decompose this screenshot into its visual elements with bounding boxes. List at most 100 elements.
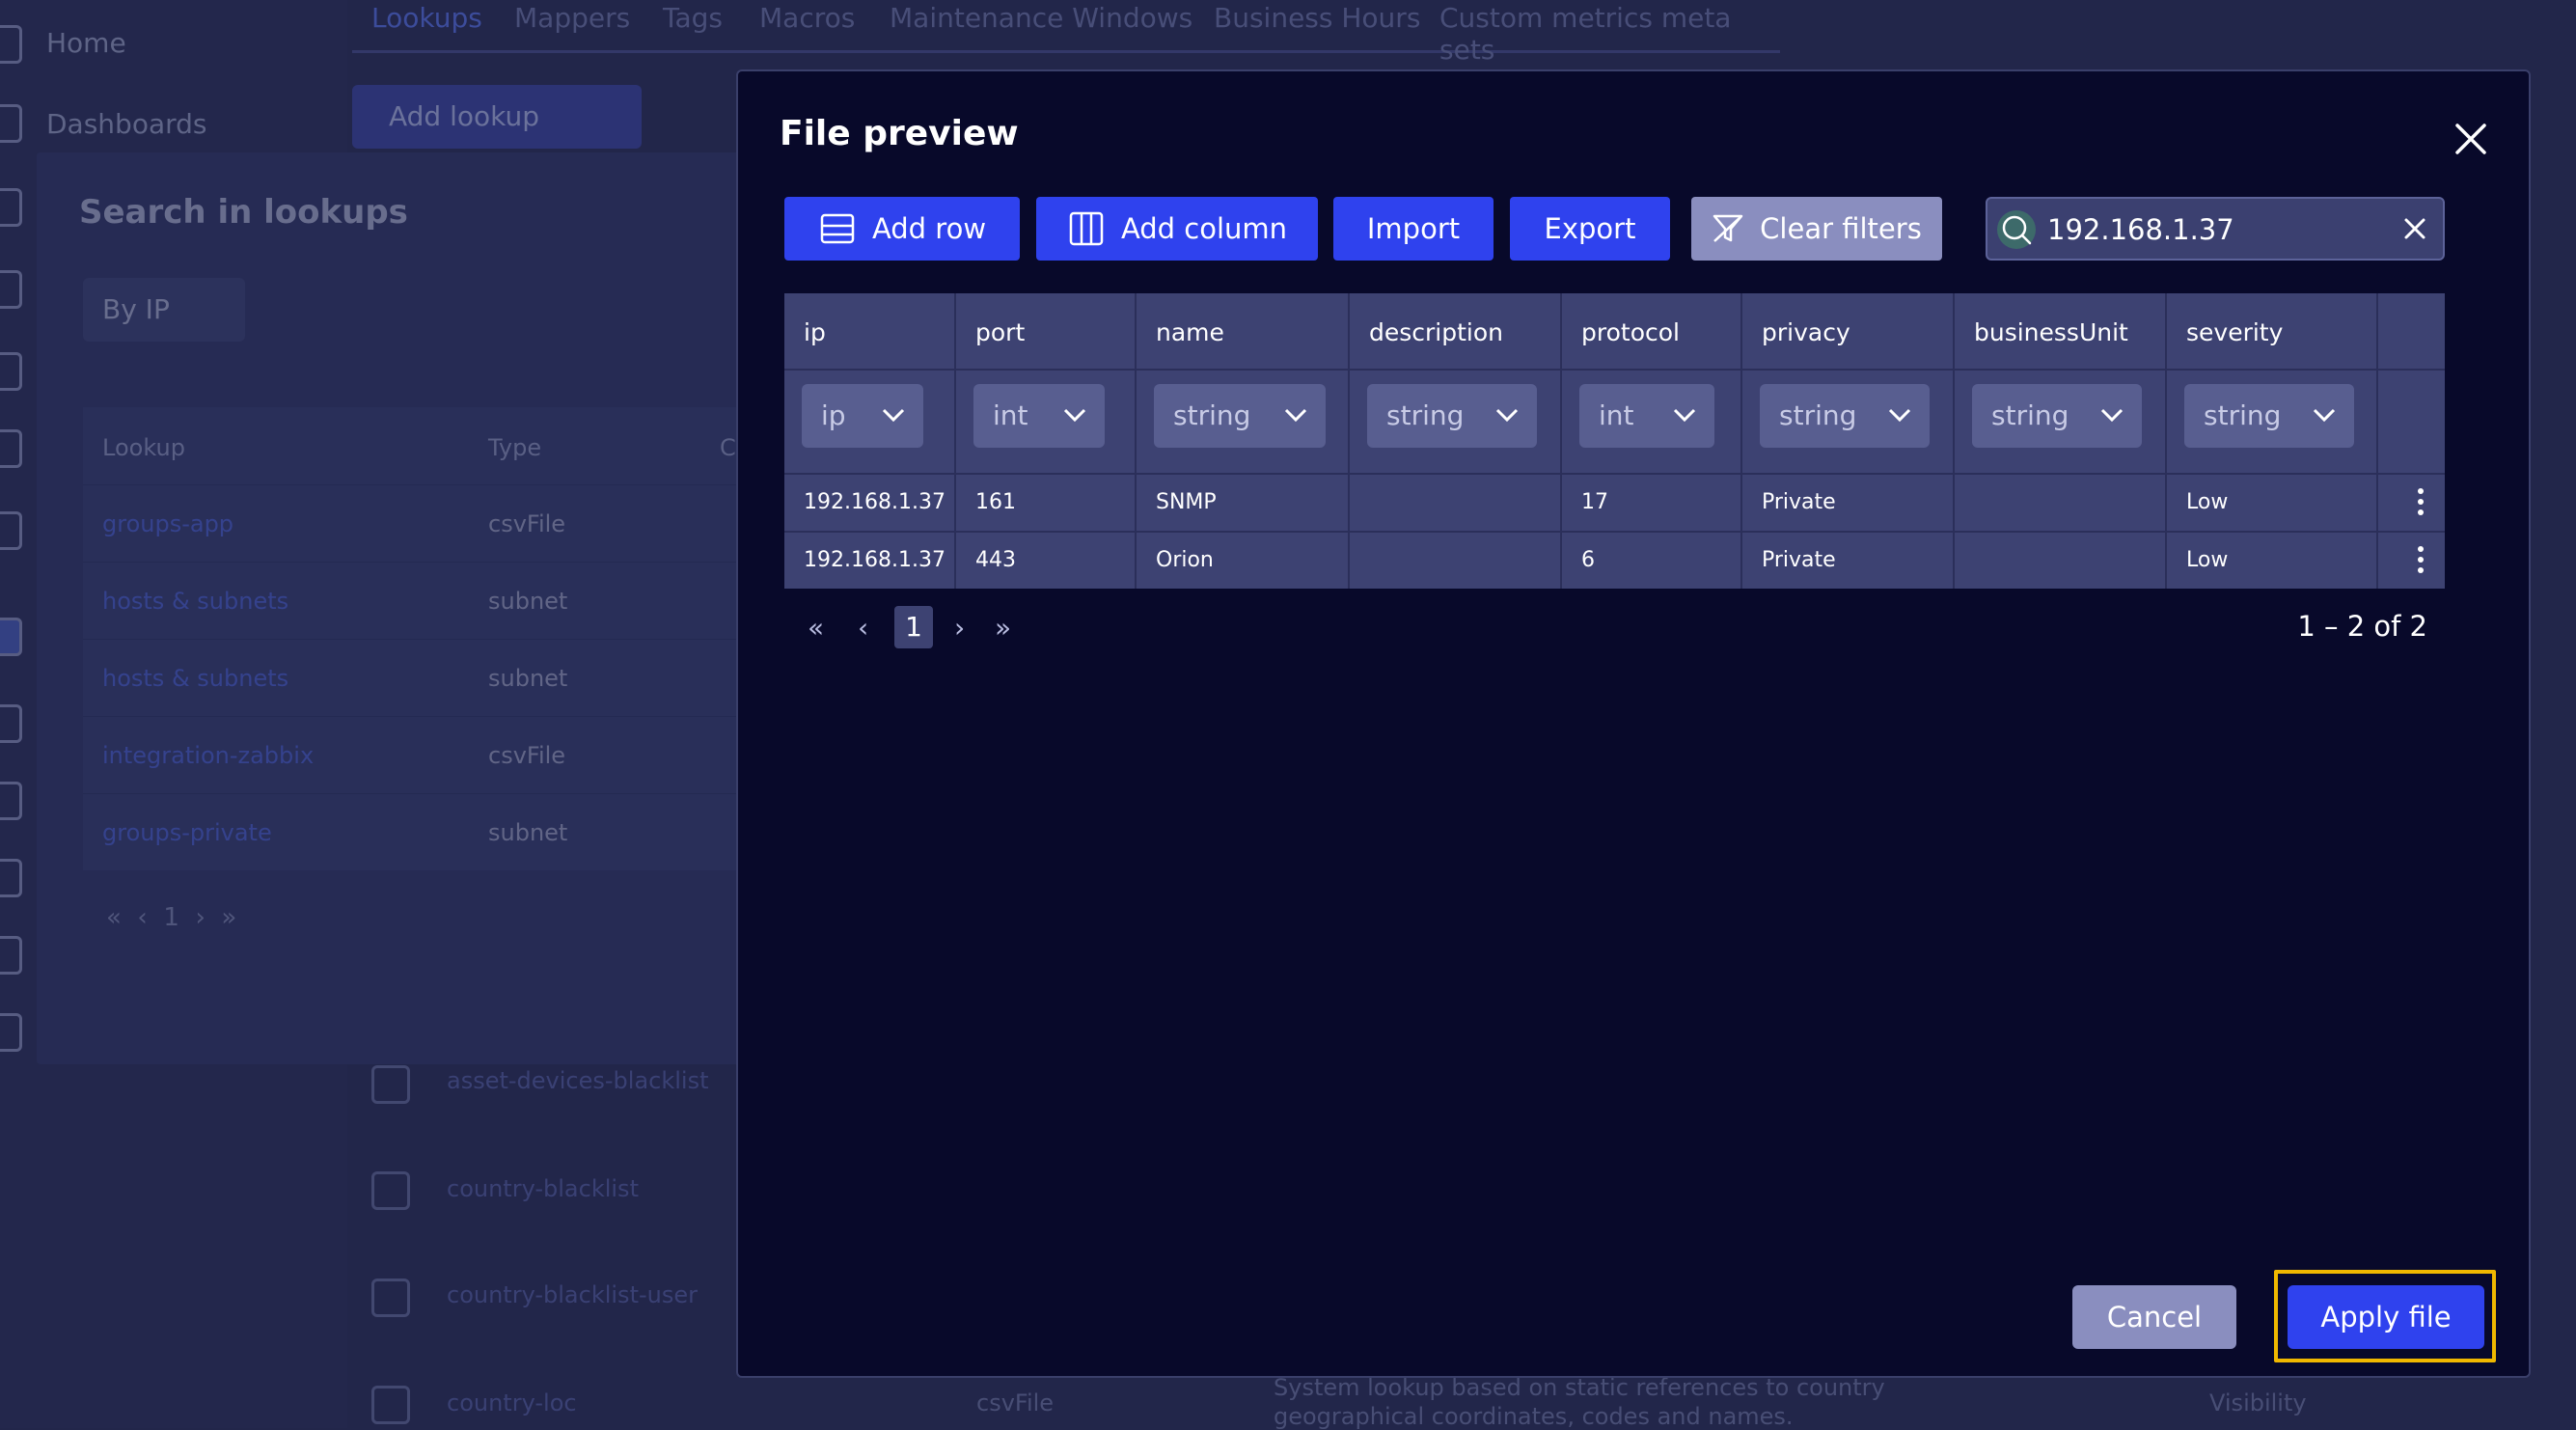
search-lookups-title: Search in lookups [79, 193, 408, 232]
cell-severity[interactable]: Low [2167, 475, 2378, 531]
search-input[interactable] [2045, 199, 2377, 261]
search-by-select[interactable]: By IP [83, 278, 245, 342]
nav-icon-7 [0, 511, 22, 550]
lookup-link[interactable]: hosts & subnets [102, 665, 288, 692]
chevron-down-icon [882, 408, 905, 423]
table-row[interactable]: hosts & subnets subnet [83, 562, 749, 640]
lookup-link[interactable]: country-loc [447, 1389, 577, 1416]
lookup-link[interactable]: integration-zabbix [102, 742, 314, 769]
tab-mappers[interactable]: Mappers [514, 2, 630, 34]
lookup-link[interactable]: country-blacklist-user [447, 1281, 698, 1308]
nav-icon-9 [0, 782, 22, 820]
add-column-button[interactable]: Add column [1036, 197, 1318, 261]
column-type-select[interactable]: string [1367, 384, 1537, 448]
column-type-select[interactable]: int [973, 384, 1105, 448]
column-type-select[interactable]: string [1154, 384, 1326, 448]
cell-ip[interactable]: 192.168.1.37 [784, 533, 956, 589]
cell-port[interactable]: 161 [956, 475, 1137, 531]
row-checkbox[interactable] [371, 1065, 410, 1104]
row-checkbox[interactable] [371, 1279, 410, 1317]
table-row[interactable]: hosts & subnets subnet [83, 639, 749, 717]
next-page-icon[interactable]: › [954, 612, 965, 644]
row-checkbox[interactable] [371, 1171, 410, 1210]
column-header-severity: severity string [2167, 293, 2378, 473]
tab-lookups[interactable]: Lookups [371, 2, 482, 34]
table-row[interactable]: integration-zabbix csvFile [83, 716, 749, 794]
lookup-results-table: Lookup Type C groups-app csvFile hosts & … [83, 407, 749, 870]
lookup-link[interactable]: country-blacklist [447, 1175, 639, 1202]
table-row[interactable]: groups-private subnet [83, 793, 749, 871]
search-field[interactable] [1986, 197, 2445, 261]
chevron-down-icon [2100, 408, 2124, 423]
column-name: businessUnit [1974, 318, 2128, 346]
cell-protocol[interactable]: 17 [1562, 475, 1742, 531]
column-type-select[interactable]: int [1579, 384, 1714, 448]
bottom-type: csvFile [976, 1389, 1055, 1416]
preview-grid: ip ip port int name string description s… [784, 293, 2445, 589]
cell-privacy[interactable]: Private [1742, 475, 1955, 531]
apply-file-label: Apply file [2320, 1301, 2452, 1334]
column-type-value: string [1386, 399, 1465, 431]
clear-search-button[interactable] [2398, 212, 2431, 245]
column-type-value: int [993, 399, 1028, 431]
add-row-button[interactable]: Add row [784, 197, 1020, 261]
column-type-select[interactable]: string [1972, 384, 2142, 448]
lookup-link[interactable]: hosts & subnets [102, 588, 288, 615]
last-page-icon[interactable]: » [995, 612, 1011, 644]
first-page-icon[interactable]: « [808, 612, 824, 644]
cell-privacy[interactable]: Private [1742, 533, 1955, 589]
modal-title: File preview [780, 114, 1019, 153]
import-label: Import [1366, 212, 1461, 245]
current-page[interactable]: 1 [894, 606, 933, 648]
lookup-link[interactable]: groups-app [102, 510, 233, 537]
table-row[interactable]: groups-app csvFile [83, 484, 749, 563]
column-name: name [1156, 318, 1224, 346]
lookup-link[interactable]: groups-private [102, 819, 272, 846]
tab-macros[interactable]: Macros [759, 2, 855, 34]
import-button[interactable]: Import [1333, 197, 1494, 261]
tab-tags[interactable]: Tags [663, 2, 723, 34]
tab-maintenance-windows[interactable]: Maintenance Windows [890, 2, 1192, 34]
add-column-icon [1069, 211, 1104, 246]
row-menu-icon[interactable] [2416, 546, 2425, 575]
apply-file-button[interactable]: Apply file [2288, 1285, 2484, 1349]
nav-item-dashboards[interactable]: Dashboards [46, 108, 207, 140]
tab-business-hours[interactable]: Business Hours [1214, 2, 1420, 34]
col-type: Type [488, 434, 542, 461]
cell-description[interactable] [1350, 533, 1562, 589]
cell-name[interactable]: SNMP [1137, 475, 1350, 531]
column-type-select[interactable]: ip [802, 384, 923, 448]
prev-page-icon[interactable]: ‹ [858, 612, 868, 644]
lookup-link[interactable]: asset-devices-blacklist [447, 1067, 709, 1094]
cancel-button[interactable]: Cancel [2072, 1285, 2236, 1349]
nav-item-home[interactable]: Home [46, 27, 126, 59]
column-type-select[interactable]: string [1760, 384, 1930, 448]
nav-icon-4 [0, 270, 22, 309]
table-row: 192.168.1.37 161 SNMP 17 Private Low [784, 473, 2445, 531]
column-type-select[interactable]: string [2184, 384, 2354, 448]
column-name: ip [804, 318, 826, 346]
bg-page-number[interactable]: 1 [163, 903, 179, 932]
column-name: description [1369, 318, 1504, 346]
col-lookup: Lookup [102, 434, 185, 461]
close-button[interactable] [2448, 116, 2494, 162]
row-checkbox[interactable] [371, 1386, 410, 1424]
search-by-value: By IP [102, 293, 170, 325]
clear-filters-label: Clear filters [1760, 212, 1922, 245]
cell-severity[interactable]: Low [2167, 533, 2378, 589]
add-lookup-button[interactable]: Add lookup [352, 85, 642, 149]
cell-businessunit[interactable] [1955, 533, 2167, 589]
clear-filters-button[interactable]: Clear filters [1691, 197, 1942, 261]
cell-port[interactable]: 443 [956, 533, 1137, 589]
tab-custom-metrics[interactable]: Custom metrics meta sets [1439, 2, 1780, 66]
row-menu-icon[interactable] [2416, 488, 2425, 517]
lookup-type: csvFile [488, 510, 566, 537]
cell-description[interactable] [1350, 475, 1562, 531]
cell-businessunit[interactable] [1955, 475, 2167, 531]
chevron-down-icon [2313, 408, 2336, 423]
nav-icon-5 [0, 352, 22, 391]
cell-name[interactable]: Orion [1137, 533, 1350, 589]
cell-protocol[interactable]: 6 [1562, 533, 1742, 589]
export-button[interactable]: Export [1510, 197, 1670, 261]
cell-ip[interactable]: 192.168.1.37 [784, 475, 956, 531]
